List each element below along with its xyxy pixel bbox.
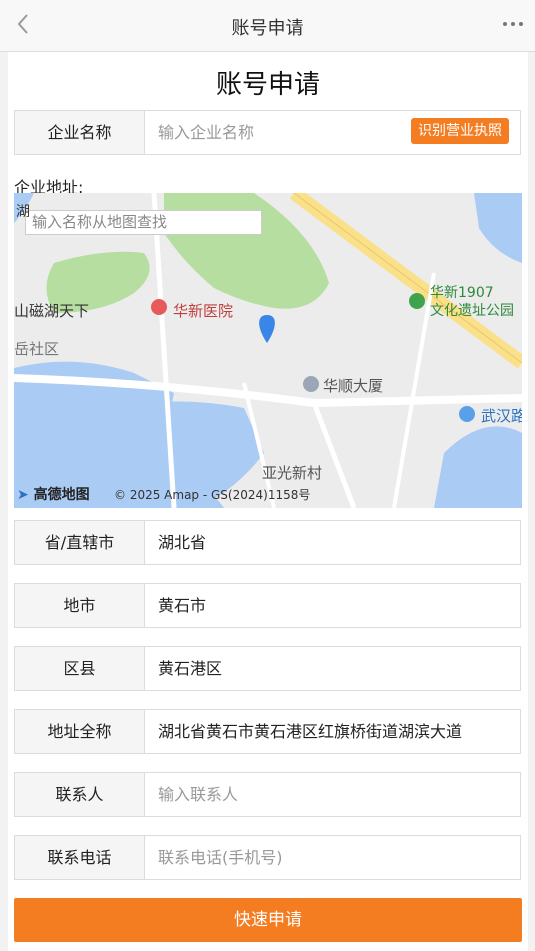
map-label: 华顺大厦 (323, 377, 384, 395)
culture-icon (459, 406, 475, 422)
province-row: 省/直辖市 湖北省 (14, 520, 521, 565)
map-label: 华新1907 (430, 285, 494, 301)
top-nav-bar: 账号申请 (0, 0, 535, 52)
contact-label: 联系人 (15, 773, 145, 816)
building-icon (303, 376, 319, 392)
map-label: 亚光新村 (262, 464, 323, 482)
district-field[interactable]: 黄石港区 (158, 647, 222, 690)
map-label: 华新医院 (173, 302, 234, 320)
map-label: 武汉路 (481, 407, 522, 425)
city-label: 地市 (15, 584, 145, 627)
contact-input[interactable]: 输入联系人 (158, 773, 238, 816)
map-label: 山磁湖天下 (14, 302, 90, 320)
map-copyright: © 2025 Amap - GS(2024)1158号 (114, 488, 311, 502)
phone-label: 联系电话 (15, 836, 145, 879)
map-view[interactable]: 输入名称从地图查找 湖 山磁湖天下 华新医院 华新1907 文化遗址公园 岳社区… (14, 193, 522, 508)
map-label: 岳社区 (14, 340, 60, 358)
company-name-label: 企业名称 (15, 111, 145, 154)
company-name-input[interactable]: 输入企业名称 (158, 111, 254, 154)
nav-title: 账号申请 (231, 18, 304, 39)
park-icon (409, 293, 425, 309)
map-canvas[interactable] (14, 193, 522, 508)
district-row: 区县 黄石港区 (14, 646, 521, 691)
amap-logo: ➤ 高德地图 (17, 487, 90, 503)
phone-input[interactable]: 联系电话(手机号) (158, 836, 283, 879)
company-name-row: 企业名称 输入企业名称 识别营业执照 (14, 110, 521, 155)
application-card: 账号申请 企业名称 输入企业名称 识别营业执照 企业地址: 输入名称从地图查找 … (8, 52, 528, 951)
province-label: 省/直辖市 (15, 521, 145, 564)
map-label: 湖 (16, 204, 30, 220)
ocr-license-button[interactable]: 识别营业执照 (411, 118, 509, 144)
map-search-input[interactable]: 输入名称从地图查找 (25, 210, 262, 235)
submit-button[interactable]: 快速申请 (14, 898, 522, 942)
full-address-row: 地址全称 湖北省黄石市黄石港区红旗桥街道湖滨大道 (14, 709, 521, 754)
contact-row: 联系人 输入联系人 (14, 772, 521, 817)
more-dots-icon[interactable] (501, 12, 525, 36)
district-label: 区县 (15, 647, 145, 690)
phone-row: 联系电话 联系电话(手机号) (14, 835, 521, 880)
city-field[interactable]: 黄石市 (158, 584, 206, 627)
full-address-field[interactable]: 湖北省黄石市黄石港区红旗桥街道湖滨大道 (158, 710, 462, 753)
hospital-icon (151, 299, 167, 315)
province-field[interactable]: 湖北省 (158, 521, 206, 564)
full-address-label: 地址全称 (15, 710, 145, 753)
city-row: 地市 黄石市 (14, 583, 521, 628)
page-title: 账号申请 (215, 70, 320, 100)
map-label: 文化遗址公园 (430, 303, 514, 319)
